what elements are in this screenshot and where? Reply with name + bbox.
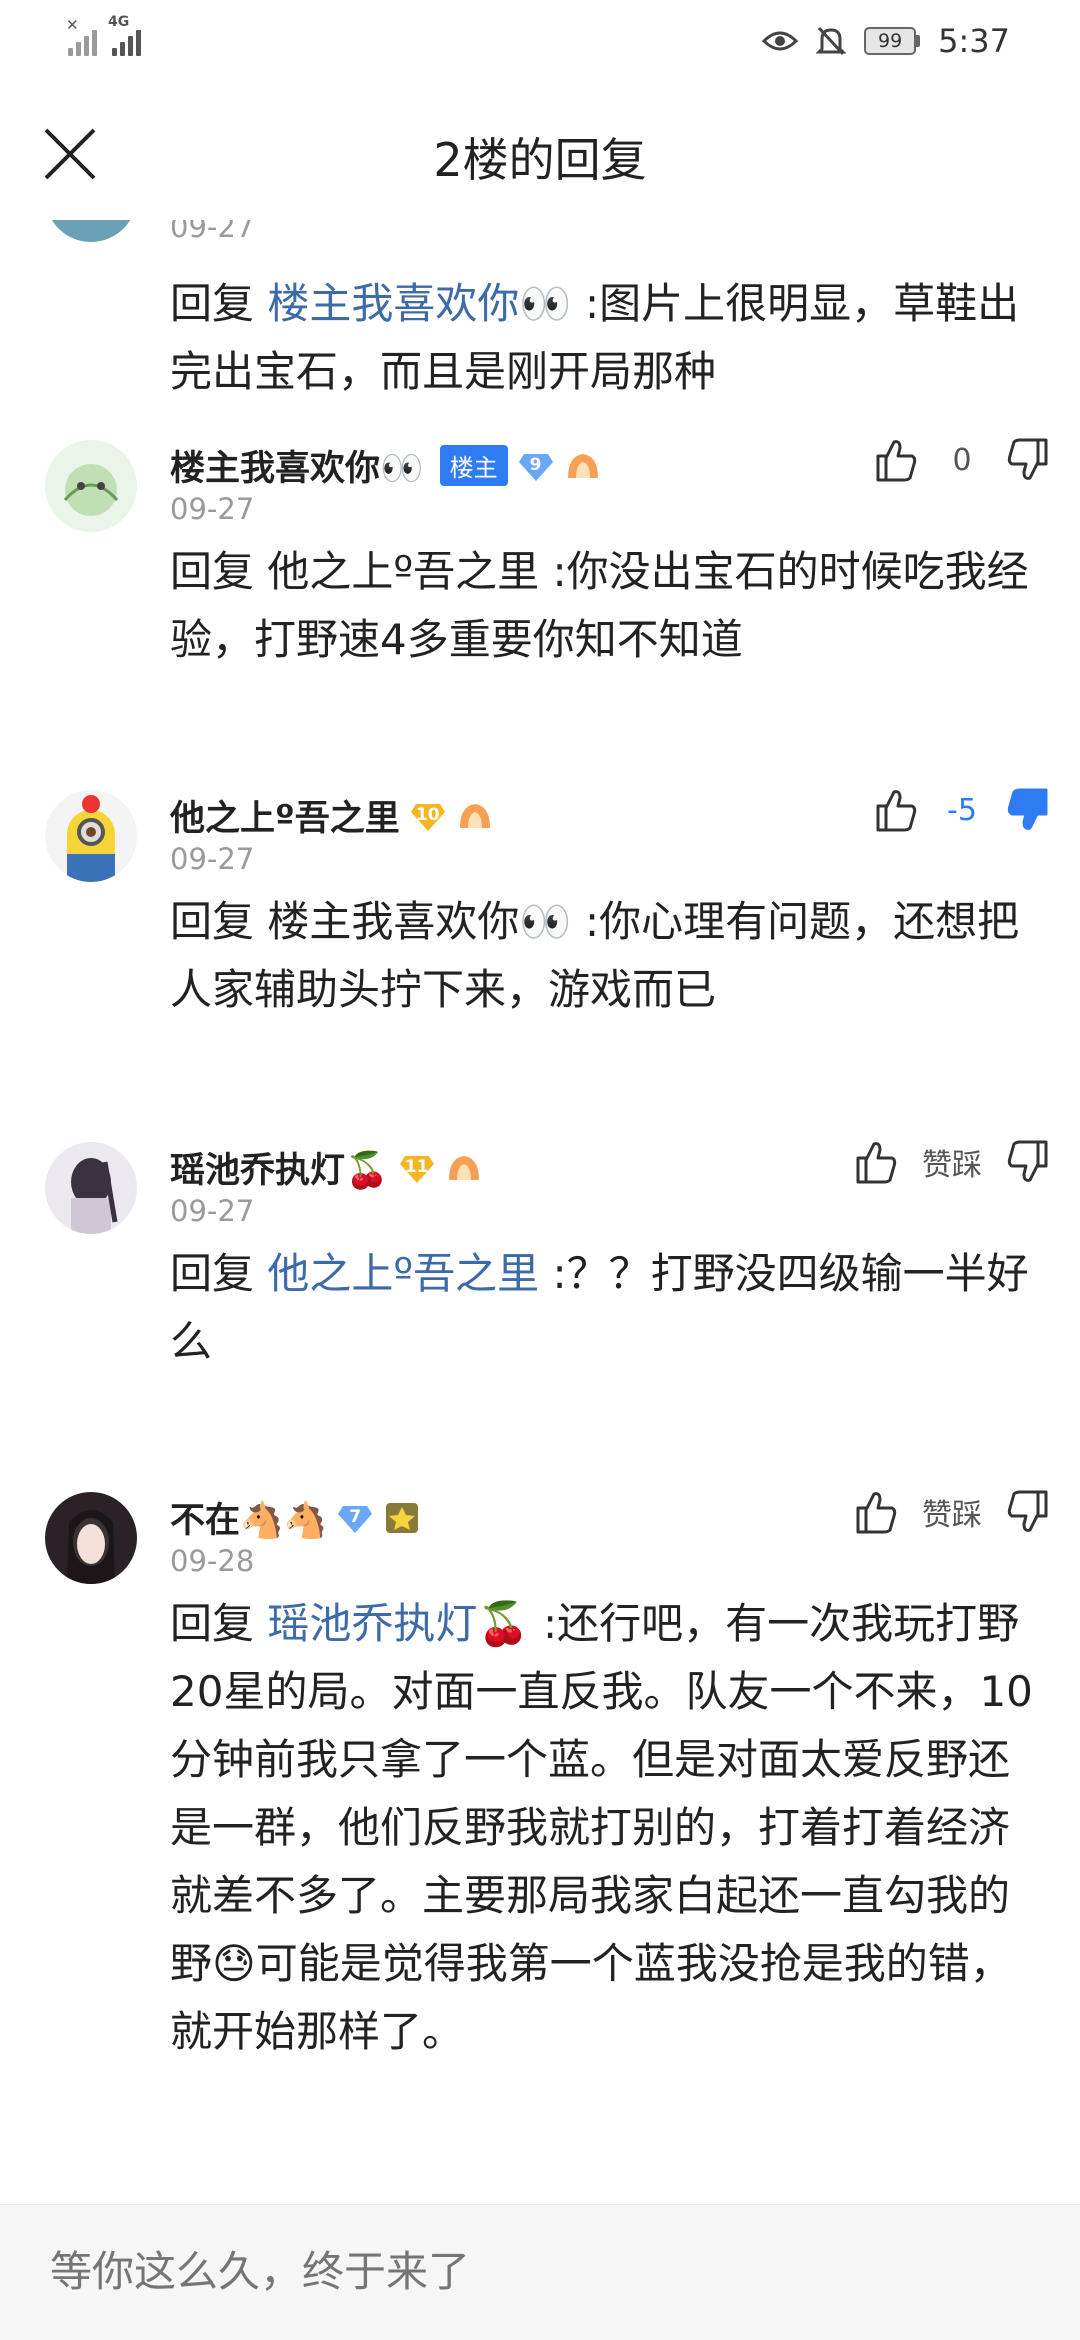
vote-count: 0 [952,442,972,478]
avatar[interactable] [45,790,137,882]
avatar[interactable] [45,440,137,532]
reply-input[interactable] [50,2247,1030,2296]
avatar[interactable] [45,1142,137,1234]
thumb-down-icon[interactable] [1006,1138,1050,1186]
mention-link[interactable]: 他之上º吾之里 [267,1249,539,1298]
vote-controls: 0 [874,436,1050,484]
vote-label: 赞踩 [922,1148,982,1183]
level-gem-icon: 10 [410,801,446,831]
comment-date: 09-27 [170,220,255,244]
thumb-down-icon[interactable] [1006,786,1050,834]
username[interactable]: 瑶池乔执灯🍒 [170,1142,389,1193]
host-badge: 楼主 [439,445,508,486]
fan-badge-icon [567,453,598,478]
comment-date: 09-27 [170,842,255,876]
thumb-down-icon[interactable] [1006,1488,1050,1536]
thumb-up-icon[interactable] [854,1138,898,1186]
thumb-up-icon[interactable] [874,436,918,484]
signal-2-icon: 4G [108,14,142,56]
reply-list[interactable]: 09-27 回复 楼主我喜欢你👀 :图片上很明显，草鞋出完出宝石，而且是刚开局那… [0,220,1080,2205]
clock: 5:37 [938,22,1010,60]
mention-link[interactable]: 瑶池乔执灯🍒 [267,1599,529,1648]
comment-date: 09-27 [170,1194,255,1228]
avatar[interactable] [45,220,137,242]
mention-link[interactable]: 楼主我喜欢你👀 [267,897,571,946]
fan-badge-icon [448,1155,479,1180]
signal-1-icon: ✕ [66,16,102,56]
fan-badge-icon [459,803,490,828]
vote-controls: -5 [874,786,1050,834]
username-row: 他之上º吾之里 10 [170,790,494,841]
comment-body[interactable]: 回复 瑶池乔执灯🍒 :还行吧，有一次我玩打野20星的局。对面一直反我。队友一个不… [170,1590,1040,2066]
username[interactable]: 不在🐴🐴 [170,1492,327,1543]
username[interactable]: 楼主我喜欢你👀 [170,440,424,491]
comment-body[interactable]: 回复 他之上º吾之里 :？？打野没四级输一半好么 [170,1240,1040,1376]
level-gem-icon: 9 [518,451,554,481]
eye-icon [762,31,799,51]
page-title: 2楼的回复 [433,133,647,187]
comment-body[interactable]: 回复 楼主我喜欢你👀 :图片上很明显，草鞋出完出宝石，而且是刚开局那种 [170,270,1040,406]
reply-bar [0,2204,1080,2340]
header: 2楼的回复 [0,100,1080,220]
comment-date: 09-28 [170,1544,255,1578]
mention-link[interactable]: 他之上º吾之里 [267,547,539,596]
comment-body[interactable]: 回复 他之上º吾之里 :你没出宝石的时候吃我经验，打野速4多重要你知不知道 [170,538,1040,674]
mute-bell-icon [816,26,847,56]
level-gem-icon: 7 [337,1503,373,1533]
level-gem-icon: 11 [399,1153,435,1183]
username-row: 楼主我喜欢你👀 楼主 9 [170,440,602,491]
mention-link[interactable]: 楼主我喜欢你👀 [267,279,571,328]
username-row: 不在🐴🐴 7 [170,1492,421,1543]
vote-controls: 赞踩 [854,1138,1050,1186]
thumb-down-icon[interactable] [1006,436,1050,484]
comment-body[interactable]: 回复 楼主我喜欢你👀 :你心理有问题，还想把人家辅助头拧下来，游戏而已 [170,888,1040,1024]
username[interactable]: 他之上º吾之里 [170,790,400,841]
status-bar: ✕ 4G 99 5:37 [0,0,1080,90]
medal-icon [386,1502,419,1533]
username-row: 瑶池乔执灯🍒 11 [170,1142,483,1193]
comment-date: 09-27 [170,492,255,526]
battery-icon: 99 [864,27,921,55]
signal-indicators: ✕ 4G [66,14,142,56]
vote-label: 赞踩 [922,1498,982,1533]
thumb-up-icon[interactable] [874,786,918,834]
vote-controls: 赞踩 [854,1488,1050,1536]
vote-count: -5 [947,792,977,828]
thumb-up-icon[interactable] [854,1488,898,1536]
avatar[interactable] [45,1492,137,1584]
